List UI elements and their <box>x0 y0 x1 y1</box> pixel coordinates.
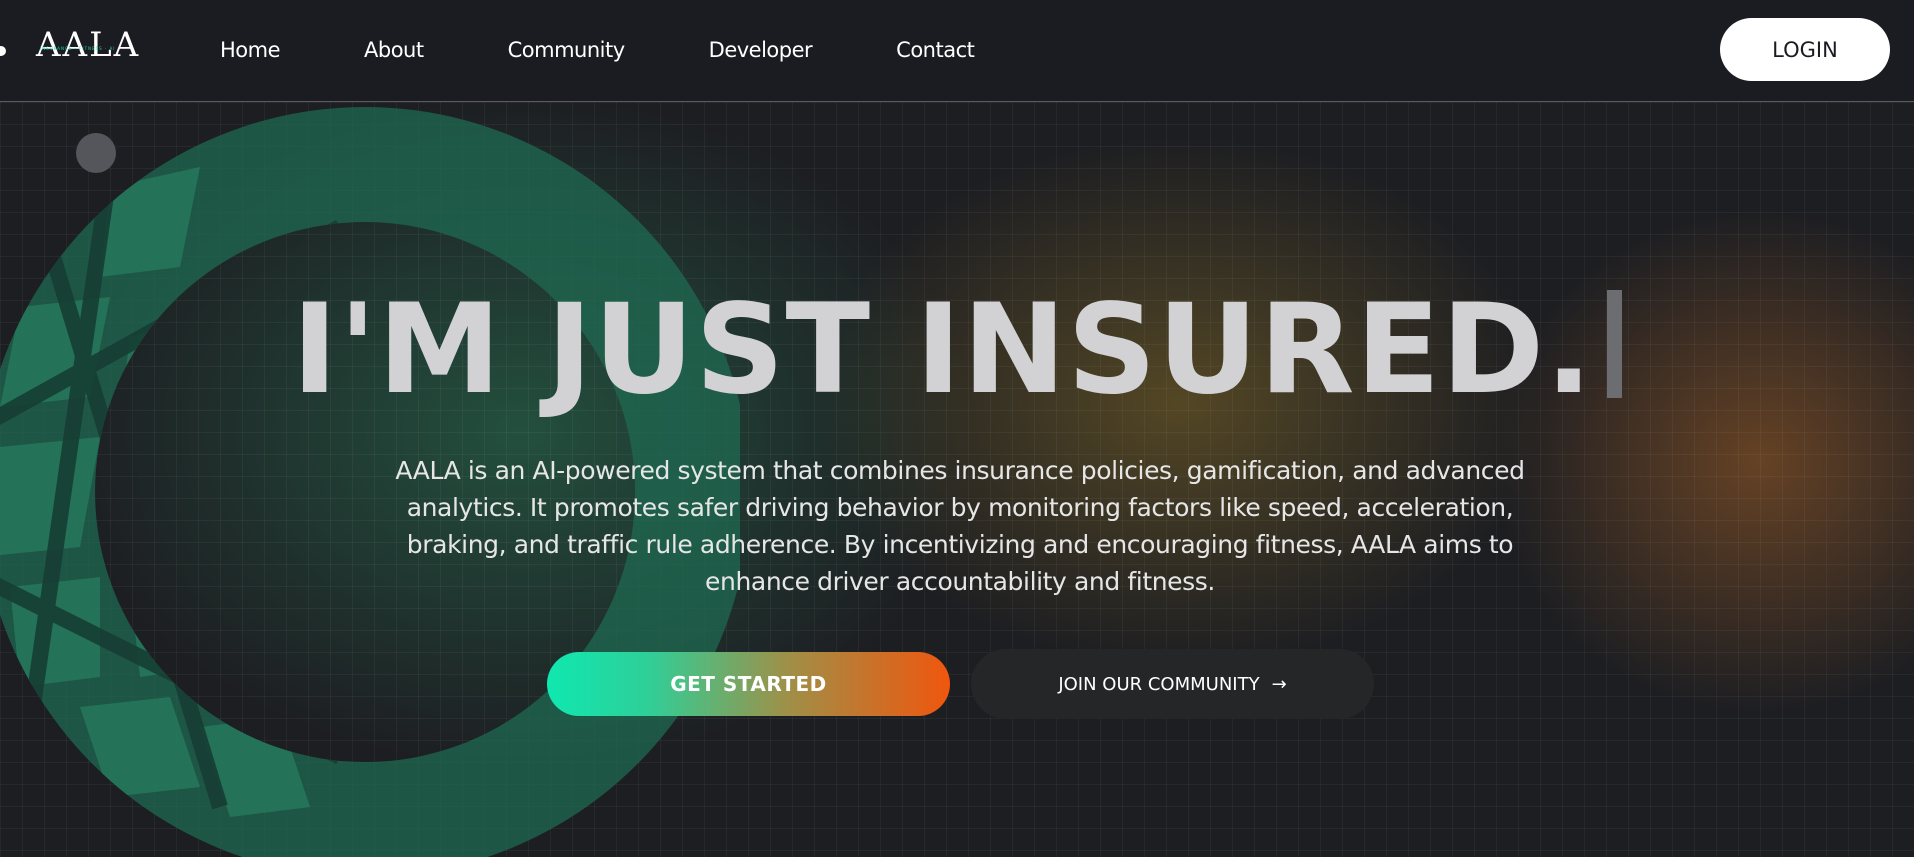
top-navbar: AALA INSURANCE · FITNESS · AI Home About… <box>0 0 1914 102</box>
nav-links: Home About Community Developer Contact <box>220 0 1058 100</box>
join-community-button[interactable]: JOIN OUR COMMUNITY → <box>971 649 1374 719</box>
hero-headline-text: I'M JUST INSURED. <box>291 278 1594 422</box>
logo[interactable]: AALA INSURANCE · FITNESS · AI <box>36 26 138 64</box>
nav-link-contact[interactable]: Contact <box>896 38 975 62</box>
floating-dot <box>76 133 116 173</box>
nav-link-home[interactable]: Home <box>220 38 281 62</box>
get-started-button[interactable]: GET STARTED <box>547 652 950 716</box>
join-community-label: JOIN OUR COMMUNITY <box>1058 673 1260 695</box>
logo-tagline: INSURANCE · FITNESS · AI <box>40 46 116 51</box>
login-button[interactable]: LOGIN <box>1720 18 1890 81</box>
logo-text: AALA <box>36 25 141 65</box>
hero-section: I'M JUST INSURED. AALA is an AI-powered … <box>0 102 1914 857</box>
hero-description: AALA is an AI-powered system that combin… <box>395 456 1525 596</box>
nav-link-about[interactable]: About <box>364 38 424 62</box>
nav-link-community[interactable]: Community <box>508 38 626 62</box>
typing-cursor <box>1607 290 1623 398</box>
nav-indicator-dot <box>0 46 6 56</box>
arrow-right-icon: → <box>1271 673 1287 695</box>
hero-headline: I'M JUST INSURED. <box>0 280 1914 420</box>
nav-link-developer[interactable]: Developer <box>709 38 813 62</box>
